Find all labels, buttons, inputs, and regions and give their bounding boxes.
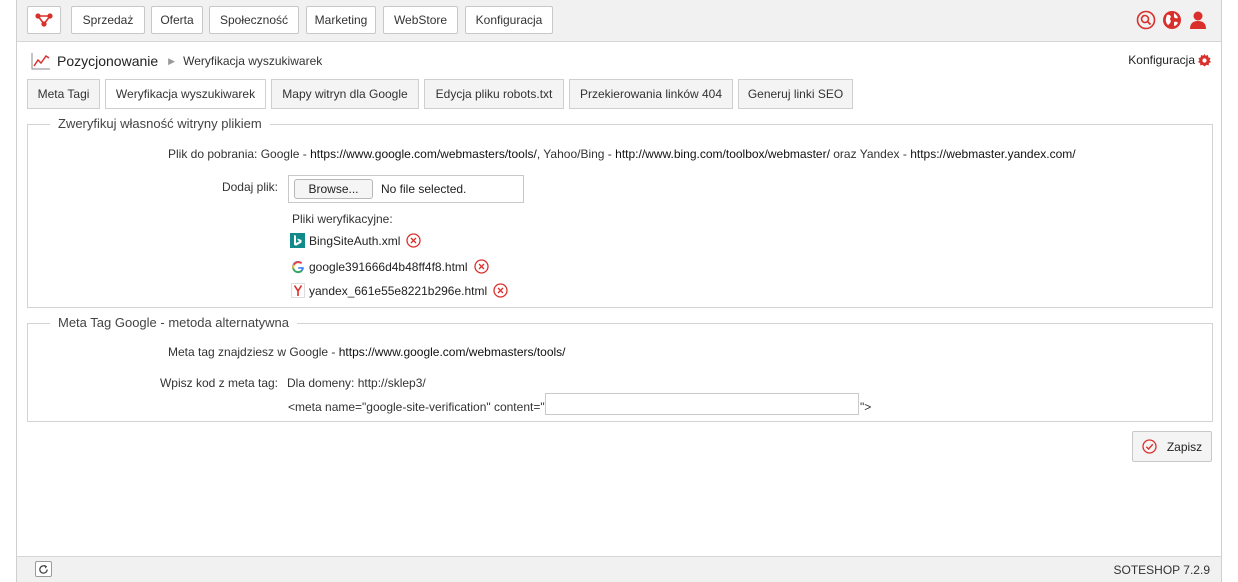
check-circle-icon: [1142, 439, 1157, 454]
top-icons: [1135, 9, 1209, 31]
meta-tag-prefix: <meta name="google-site-verification" co…: [288, 400, 545, 414]
version-label: SOTESHOP 7.2.9: [1113, 563, 1211, 577]
meta-tag-info: Meta tag znajdziesz w Google - https://w…: [168, 345, 566, 359]
menu-sprzedaz[interactable]: Sprzedaż: [71, 6, 145, 34]
file-name[interactable]: yandex_661e55e8221b296e.html: [309, 284, 487, 298]
soteshop-logo-icon: [35, 13, 53, 27]
verification-file-item: yandex_661e55e8221b296e.html: [290, 283, 508, 298]
bing-icon: [290, 233, 305, 248]
verify-file-legend: Zweryfikuj własność witryny plikiem: [50, 116, 270, 131]
tab-meta-tagi[interactable]: Meta Tagi: [27, 79, 100, 109]
verification-file-item: BingSiteAuth.xml: [290, 233, 422, 248]
menu-webstore[interactable]: WebStore: [383, 6, 458, 34]
yandex-icon: [290, 283, 305, 298]
verify-file-fieldset: Zweryfikuj własność witryny plikiem Plik…: [27, 116, 1213, 308]
file-input[interactable]: Browse... No file selected.: [288, 175, 524, 203]
menu-marketing[interactable]: Marketing: [306, 6, 376, 34]
app-window: Sprzedaż Oferta Społeczność Marketing We…: [16, 0, 1222, 582]
delete-icon[interactable]: [493, 283, 508, 298]
tab-generuj-linki-seo[interactable]: Generuj linki SEO: [738, 79, 853, 109]
domain-info: Dla domeny: http://sklep3/: [287, 376, 426, 390]
configuration-link[interactable]: Konfiguracja: [1128, 53, 1211, 67]
breadcrumb-main[interactable]: Pozycjonowanie: [57, 53, 158, 69]
breadcrumb-separator-icon: ▶: [168, 55, 176, 66]
tab-mapy-witryn[interactable]: Mapy witryn dla Google: [271, 79, 419, 109]
line-chart-icon: [31, 53, 50, 70]
tab-przekierowania-404[interactable]: Przekierowania linków 404: [569, 79, 733, 109]
meta-tag-fieldset: Meta Tag Google - metoda alternatywna Me…: [27, 315, 1213, 422]
google-icon: [290, 259, 305, 274]
menu-oferta[interactable]: Oferta: [151, 6, 203, 34]
browse-button[interactable]: Browse...: [294, 179, 373, 199]
menu-spolecznosc[interactable]: Społeczność: [209, 6, 299, 34]
user-icon[interactable]: [1187, 9, 1209, 31]
delete-icon[interactable]: [473, 259, 489, 274]
meta-verification-input[interactable]: [545, 393, 859, 415]
delete-icon[interactable]: [406, 233, 422, 248]
gear-icon: [1198, 53, 1211, 67]
yandex-webmaster-link[interactable]: https://webmaster.yandex.com/: [910, 147, 1075, 161]
meta-code-label: Wpisz kod z meta tag:: [159, 376, 278, 390]
add-file-label: Dodaj plik:: [221, 180, 278, 194]
domain-value: http://sklep3/: [357, 376, 426, 390]
menu-konfiguracja[interactable]: Konfiguracja: [465, 6, 553, 34]
bing-webmaster-link[interactable]: http://www.bing.com/toolbox/webmaster/: [615, 147, 830, 161]
file-name[interactable]: BingSiteAuth.xml: [309, 234, 400, 248]
file-name[interactable]: google391666d4b48ff4f8.html: [309, 260, 468, 274]
search-icon[interactable]: [1135, 9, 1157, 31]
tab-weryfikacja-wyszukiwarek[interactable]: Weryfikacja wyszukiwarek: [105, 79, 266, 109]
google-webmaster-link[interactable]: https://www.google.com/webmasters/tools/: [339, 345, 566, 359]
footer-bar: SOTESHOP 7.2.9: [17, 556, 1221, 582]
save-button[interactable]: Zapisz: [1132, 431, 1212, 462]
file-status: No file selected.: [381, 182, 467, 196]
refresh-button[interactable]: [35, 561, 52, 577]
home-logo-button[interactable]: [27, 6, 61, 34]
top-menu-bar: Sprzedaż Oferta Społeczność Marketing We…: [17, 0, 1221, 42]
verification-files-heading: Pliki weryfikacyjne:: [292, 212, 393, 226]
breadcrumb-current: Weryfikacja wyszukiwarek: [183, 54, 323, 68]
meta-tag-legend: Meta Tag Google - metoda alternatywna: [50, 315, 298, 330]
google-webmaster-link[interactable]: https://www.google.com/webmasters/tools/: [310, 147, 537, 161]
breadcrumb: Pozycjonowanie ▶ Weryfikacja wyszukiware…: [31, 51, 322, 71]
download-info: Plik do pobrania: Google - https://www.g…: [168, 147, 1076, 161]
tab-robots-txt[interactable]: Edycja pliku robots.txt: [424, 79, 564, 109]
refresh-icon: [39, 564, 48, 574]
verification-file-item: google391666d4b48ff4f8.html: [290, 259, 489, 274]
meta-tag-suffix: ">: [860, 400, 872, 414]
globe-icon[interactable]: [1161, 9, 1183, 31]
